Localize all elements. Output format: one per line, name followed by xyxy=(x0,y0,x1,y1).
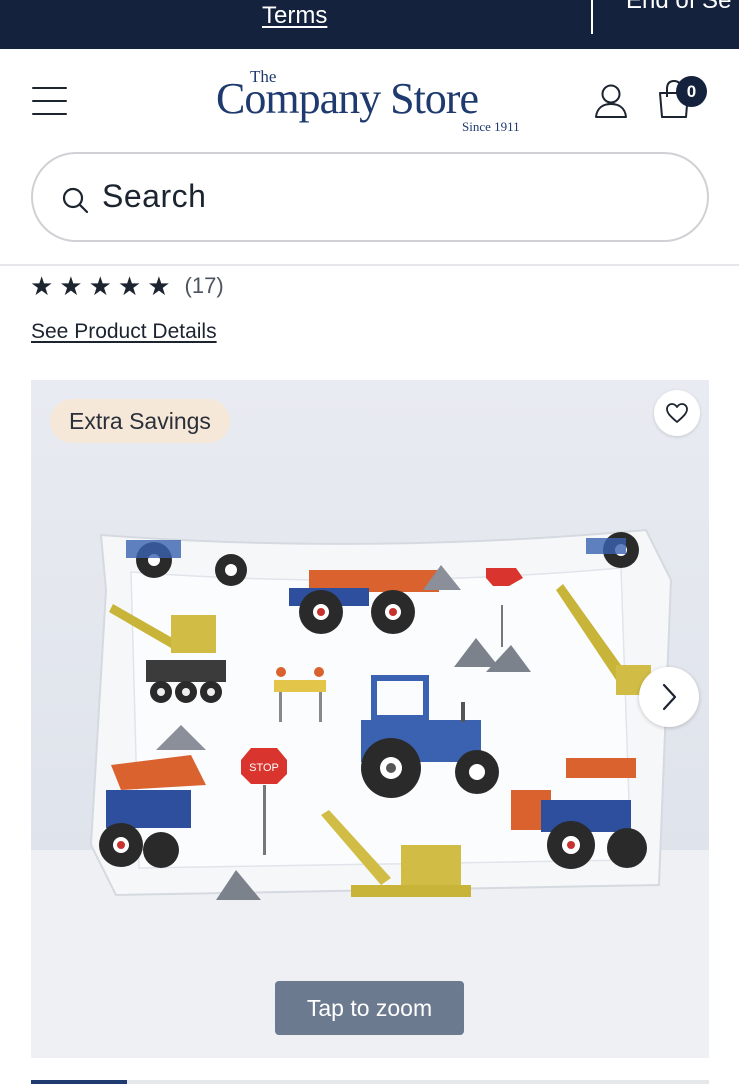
next-image-button[interactable] xyxy=(639,667,699,727)
product-photo: STOP xyxy=(31,380,709,1058)
heart-icon xyxy=(666,403,688,423)
header-divider xyxy=(0,264,739,266)
hamburger-menu-icon[interactable] xyxy=(32,87,67,115)
site-header: The Company Store Since 1911 0 xyxy=(0,49,739,149)
promo-bar: Terms End of Se xyxy=(0,0,739,49)
stop-sign-text: STOP xyxy=(249,762,279,774)
promo-next-message[interactable]: End of Se xyxy=(626,0,731,15)
product-rating[interactable]: ★★★★★ (17) xyxy=(30,270,224,302)
image-pager-active-indicator xyxy=(31,1080,127,1084)
product-image-carousel[interactable]: STOP Extra Savings Tap to zoom xyxy=(31,380,709,1058)
logo-name: Company Store xyxy=(216,74,479,123)
tap-to-zoom-button[interactable]: Tap to zoom xyxy=(275,981,464,1035)
search-icon xyxy=(62,187,89,214)
chevron-right-icon xyxy=(662,683,677,711)
search-placeholder: Search xyxy=(102,178,207,214)
logo-since: Since 1911 xyxy=(462,119,520,134)
terms-link[interactable]: Terms xyxy=(262,2,327,30)
see-product-details-link[interactable]: See Product Details xyxy=(31,320,217,344)
image-pager-track xyxy=(31,1080,709,1084)
wishlist-button[interactable] xyxy=(654,390,700,436)
promo-divider xyxy=(591,0,593,34)
cart-count-badge[interactable]: 0 xyxy=(676,76,707,107)
user-icon[interactable] xyxy=(594,83,628,119)
rating-stars: ★★★★★ xyxy=(30,270,177,301)
review-count: (17) xyxy=(184,273,224,298)
search-input[interactable]: Search xyxy=(31,152,709,242)
extra-savings-badge: Extra Savings xyxy=(50,399,230,443)
company-store-logo[interactable]: The Company Store Since 1911 xyxy=(216,63,526,139)
